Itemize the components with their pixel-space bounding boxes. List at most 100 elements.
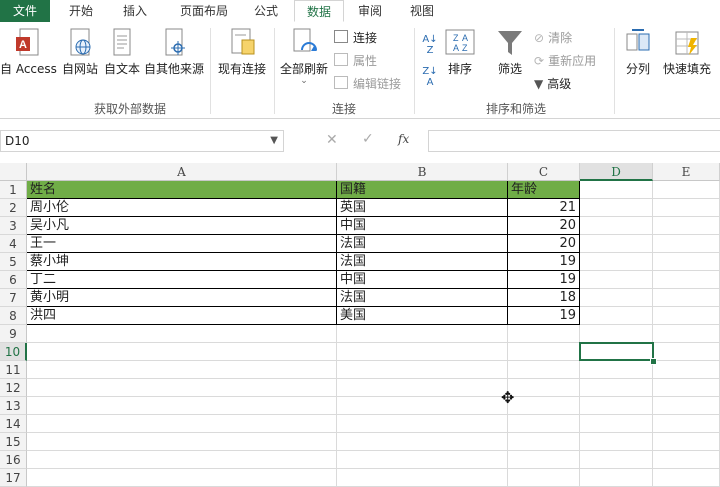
filter-button[interactable]: 筛选: [492, 28, 528, 77]
row-header-17[interactable]: 17: [0, 469, 27, 487]
cell-d17[interactable]: [580, 469, 653, 487]
row-header-14[interactable]: 14: [0, 415, 27, 433]
cell-a12[interactable]: [27, 379, 337, 397]
corner-select-all[interactable]: [0, 163, 27, 181]
cell-c8[interactable]: 19: [508, 307, 580, 325]
cell-b14[interactable]: [337, 415, 508, 433]
row-header-16[interactable]: 16: [0, 451, 27, 469]
cell-a11[interactable]: [27, 361, 337, 379]
cell-c17[interactable]: [508, 469, 580, 487]
cell-e7[interactable]: [653, 289, 720, 307]
row-header-11[interactable]: 11: [0, 361, 27, 379]
cell-d5[interactable]: [580, 253, 653, 271]
connections-button[interactable]: 连接: [334, 30, 377, 46]
cell-c10[interactable]: [508, 343, 580, 361]
cell-e12[interactable]: [653, 379, 720, 397]
chevron-down-icon[interactable]: ▼: [270, 131, 278, 151]
cell-c9[interactable]: [508, 325, 580, 343]
tab-file[interactable]: 文件: [0, 0, 50, 22]
from-web-button[interactable]: 自网站: [58, 28, 102, 77]
cell-e15[interactable]: [653, 433, 720, 451]
cell-a7[interactable]: 黄小明: [27, 289, 337, 307]
cell-d16[interactable]: [580, 451, 653, 469]
cell-a4[interactable]: 王一: [27, 235, 337, 253]
cell-e13[interactable]: [653, 397, 720, 415]
tab-page-layout[interactable]: 页面布局: [168, 0, 240, 22]
column-header-b[interactable]: B: [337, 163, 508, 181]
reapply-button[interactable]: ⟳ 重新应用: [534, 53, 596, 69]
row-header-13[interactable]: 13: [0, 397, 27, 415]
cell-c15[interactable]: [508, 433, 580, 451]
cell-b1[interactable]: 国籍: [337, 181, 508, 199]
fill-handle[interactable]: [650, 358, 657, 365]
cell-b11[interactable]: [337, 361, 508, 379]
cell-a2[interactable]: 周小伦: [27, 199, 337, 217]
cell-b4[interactable]: 法国: [337, 235, 508, 253]
cell-e3[interactable]: [653, 217, 720, 235]
cell-b9[interactable]: [337, 325, 508, 343]
cell-b10[interactable]: [337, 343, 508, 361]
column-header-c[interactable]: C: [508, 163, 580, 181]
cell-b6[interactable]: 中国: [337, 271, 508, 289]
cell-a5[interactable]: 蔡小坤: [27, 253, 337, 271]
row-header-9[interactable]: 9: [0, 325, 27, 343]
sort-za-button[interactable]: Z↓ A: [418, 66, 442, 88]
cell-d6[interactable]: [580, 271, 653, 289]
from-text-button[interactable]: 自文本: [102, 28, 142, 77]
row-header-12[interactable]: 12: [0, 379, 27, 397]
clear-filter-button[interactable]: ⊘ 清除: [534, 30, 572, 46]
refresh-all-button[interactable]: 全部刷新 ⌄: [276, 28, 332, 86]
row-header-5[interactable]: 5: [0, 253, 27, 271]
cell-d9[interactable]: [580, 325, 653, 343]
cell-b17[interactable]: [337, 469, 508, 487]
cell-d12[interactable]: [580, 379, 653, 397]
insert-function-button[interactable]: fx: [398, 132, 409, 146]
cell-d1[interactable]: [580, 181, 653, 199]
row-header-10[interactable]: 10: [0, 343, 27, 361]
sort-az-button[interactable]: A↓ Z: [418, 34, 442, 56]
active-cell-d10[interactable]: [579, 342, 654, 361]
row-header-8[interactable]: 8: [0, 307, 27, 325]
properties-button[interactable]: 属性: [334, 53, 377, 69]
cell-c14[interactable]: [508, 415, 580, 433]
cell-d14[interactable]: [580, 415, 653, 433]
tab-insert[interactable]: 插入: [110, 0, 160, 22]
confirm-entry-button[interactable]: ✓: [362, 131, 374, 147]
edit-links-button[interactable]: 编辑链接: [334, 76, 401, 92]
cell-a13[interactable]: [27, 397, 337, 415]
cell-e6[interactable]: [653, 271, 720, 289]
cell-a17[interactable]: [27, 469, 337, 487]
cell-c11[interactable]: [508, 361, 580, 379]
cell-e5[interactable]: [653, 253, 720, 271]
cell-e14[interactable]: [653, 415, 720, 433]
column-header-d[interactable]: D: [580, 163, 653, 181]
cell-c7[interactable]: 18: [508, 289, 580, 307]
advanced-filter-button[interactable]: ▼ 高级: [534, 76, 571, 92]
cell-c12[interactable]: [508, 379, 580, 397]
cell-e11[interactable]: [653, 361, 720, 379]
name-box[interactable]: D10 ▼: [0, 130, 284, 152]
column-header-a[interactable]: A: [27, 163, 337, 181]
column-header-e[interactable]: E: [653, 163, 720, 181]
flash-fill-button[interactable]: 快速填充: [660, 28, 714, 77]
cell-d8[interactable]: [580, 307, 653, 325]
cell-c4[interactable]: 20: [508, 235, 580, 253]
cancel-entry-button[interactable]: ✕: [326, 132, 338, 148]
cell-d7[interactable]: [580, 289, 653, 307]
cell-b5[interactable]: 法国: [337, 253, 508, 271]
cell-b3[interactable]: 中国: [337, 217, 508, 235]
cell-d11[interactable]: [580, 361, 653, 379]
cell-e16[interactable]: [653, 451, 720, 469]
cell-b15[interactable]: [337, 433, 508, 451]
tab-data[interactable]: 数据: [294, 0, 344, 22]
row-header-6[interactable]: 6: [0, 271, 27, 289]
cell-a14[interactable]: [27, 415, 337, 433]
cell-c2[interactable]: 21: [508, 199, 580, 217]
row-header-7[interactable]: 7: [0, 289, 27, 307]
cell-e4[interactable]: [653, 235, 720, 253]
cell-c1[interactable]: 年龄: [508, 181, 580, 199]
text-to-columns-button[interactable]: 分列: [618, 28, 658, 77]
cell-b12[interactable]: [337, 379, 508, 397]
row-header-4[interactable]: 4: [0, 235, 27, 253]
cell-d2[interactable]: [580, 199, 653, 217]
